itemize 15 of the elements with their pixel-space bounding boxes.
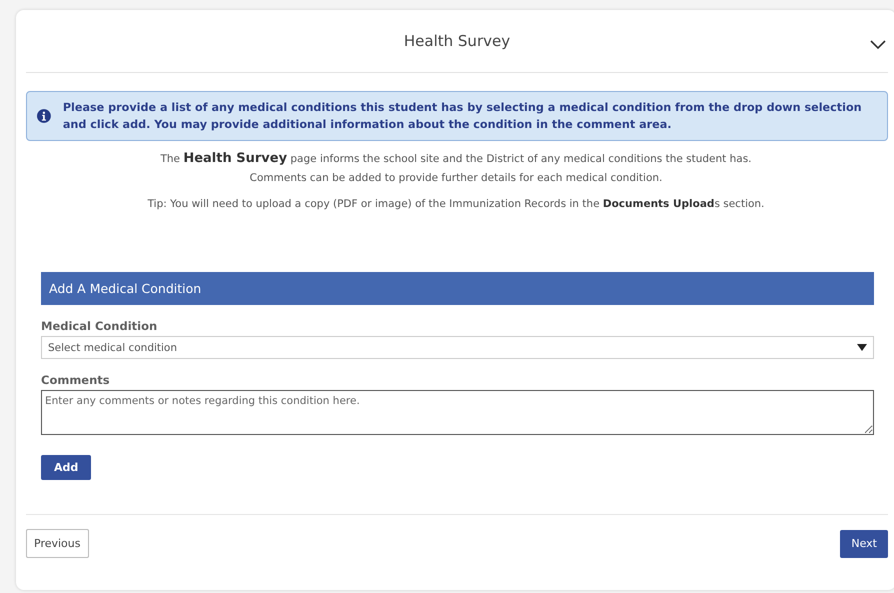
dropdown-caret-icon bbox=[857, 344, 867, 351]
field-label: Medical Condition bbox=[41, 319, 158, 333]
condition-dropdown[interactable]: Select medical condition bbox=[41, 336, 874, 359]
info-message: Please provide a list of any medical conditions this student has by selecting a medical condition from the drop down selection and click add. You may provide additional information about the condition in the comment area. bbox=[62, 100, 863, 133]
field-label: Comments bbox=[41, 373, 111, 387]
panel-header: Add A Medical Condition bbox=[41, 272, 874, 305]
comments-field[interactable]: Enter any comments or notes regarding this condition here. bbox=[41, 390, 874, 435]
previous-button[interactable]: Previous bbox=[26, 529, 88, 558]
description-text: The Health Survey page informs the school site and the District of any medical conditions the student has. bbox=[159, 150, 753, 168]
description-text: Comments can be added to provide further details for each medical condition. bbox=[248, 171, 664, 186]
tip-text: Tip: You will need to upload a copy (PDF or image) of the Immunization Records in the Documents Uploads section. bbox=[146, 197, 766, 212]
next-button[interactable]: Next bbox=[840, 530, 888, 558]
section-title: Health Survey bbox=[404, 32, 510, 50]
add-button[interactable]: Add bbox=[41, 455, 92, 480]
chevron-icon[interactable] bbox=[870, 40, 886, 50]
